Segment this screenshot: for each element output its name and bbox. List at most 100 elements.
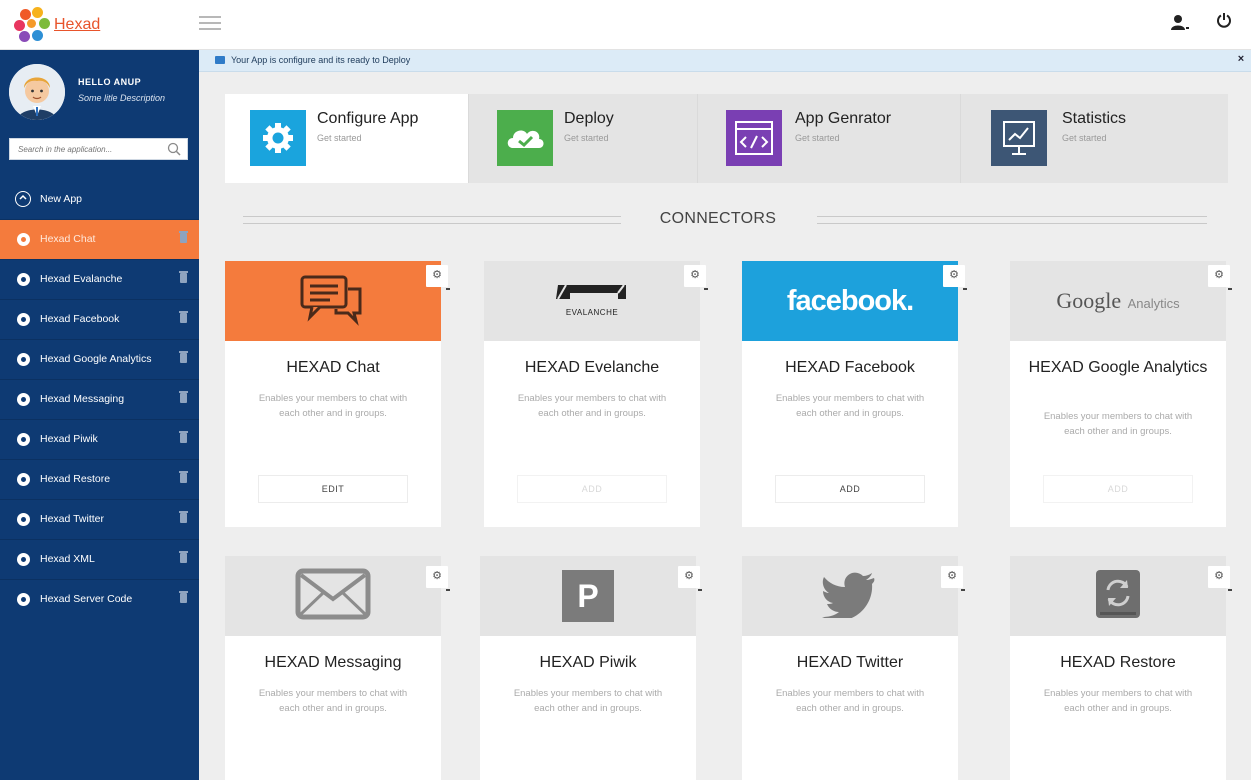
facebook-logo: facebook. xyxy=(786,284,914,317)
step-title: Configure App xyxy=(317,110,419,127)
add-button[interactable]: ADD xyxy=(517,475,667,503)
settings-icon[interactable]: ⚙ xyxy=(941,566,965,591)
chart-board-icon xyxy=(991,110,1047,166)
sidebar-item-label: Hexad Evalanche xyxy=(40,273,123,285)
step-app-generator[interactable]: App Genrator Get started xyxy=(698,94,961,183)
card-title: HEXAD Messaging xyxy=(264,654,402,671)
card-description: Enables your members to chat with each o… xyxy=(513,688,663,714)
trash-icon[interactable] xyxy=(179,351,188,363)
sidebar-item-label: Hexad Piwik xyxy=(40,433,98,445)
trash-icon[interactable] xyxy=(179,311,188,323)
sidebar-item-new-app[interactable]: New App xyxy=(0,180,199,220)
close-icon[interactable]: × xyxy=(1235,53,1247,67)
logo-word-google: Google xyxy=(1056,288,1122,313)
connector-card-evelanche: EVALANCHE ⚙ HEXAD Evelanche Enables your… xyxy=(484,261,708,527)
connector-card-messaging: ⚙ HEXAD Messaging Enables your members t… xyxy=(225,556,450,780)
sidebar-item-hexad-chat[interactable]: Hexad Chat xyxy=(0,220,199,260)
card-banner xyxy=(1010,556,1226,636)
chevron-up-circle-icon xyxy=(15,191,31,207)
sidebar-item-label: New App xyxy=(40,193,83,205)
connector-card-facebook: facebook. ⚙ HEXAD Facebook Enables your … xyxy=(742,261,967,527)
bullet-icon xyxy=(17,353,30,366)
edit-button[interactable]: EDIT xyxy=(258,475,408,503)
settings-icon[interactable]: ⚙ xyxy=(678,566,702,591)
card-description: Enables your members to chat with each o… xyxy=(517,393,667,419)
user-icon[interactable] xyxy=(1168,14,1192,36)
sidebar-item-hexad-xml[interactable]: Hexad XML xyxy=(0,540,199,580)
card-title: HEXAD Chat xyxy=(286,359,380,376)
search-input[interactable] xyxy=(10,139,160,159)
hexad-logo[interactable]: Hexad xyxy=(12,5,122,45)
wizard-steps: Configure App Get started Deploy Get sta… xyxy=(225,94,1228,183)
profile-description: Some litle Description xyxy=(78,93,166,103)
settings-icon[interactable]: ⚙ xyxy=(1208,265,1232,290)
trash-icon[interactable] xyxy=(179,431,188,443)
sidebar-item-label: Hexad XML xyxy=(40,553,95,565)
trash-icon[interactable] xyxy=(179,391,188,403)
sidebar-item-label: Hexad Restore xyxy=(40,473,111,485)
logo-caption: EVALANCHE xyxy=(565,308,619,317)
step-deploy[interactable]: Deploy Get started xyxy=(469,94,698,183)
sidebar-item-hexad-restore[interactable]: Hexad Restore xyxy=(0,460,199,500)
hamburger-icon[interactable] xyxy=(199,16,221,32)
card-description: Enables your members to chat with each o… xyxy=(1043,688,1193,714)
trash-icon[interactable] xyxy=(179,551,188,563)
twitter-icon xyxy=(822,570,878,623)
search-box xyxy=(9,138,188,160)
connector-card-restore: ⚙ HEXAD Restore Enables your members to … xyxy=(1010,556,1232,780)
search-icon[interactable] xyxy=(167,142,181,156)
step-subtitle: Get started xyxy=(317,133,362,143)
avatar[interactable] xyxy=(9,64,65,120)
add-button[interactable]: ADD xyxy=(775,475,925,503)
profile-greeting: HELLO ANUP xyxy=(78,77,142,87)
trash-icon[interactable] xyxy=(179,511,188,523)
step-subtitle: Get started xyxy=(564,133,609,143)
step-title: Deploy xyxy=(564,110,614,127)
step-title: App Genrator xyxy=(795,110,892,127)
top-bar: Hexad xyxy=(0,0,1251,50)
connector-card-chat: ⚙ HEXAD Chat Enables your members to cha… xyxy=(225,261,450,527)
sidebar-item-hexad-facebook[interactable]: Hexad Facebook xyxy=(0,300,199,340)
logo-text: Hexad xyxy=(54,16,101,33)
gear-icon xyxy=(250,110,306,166)
connector-card-google-analytics: Google Analytics ⚙ HEXAD Google Analytic… xyxy=(1010,261,1232,527)
sidebar-item-hexad-messaging[interactable]: Hexad Messaging xyxy=(0,380,199,420)
sidebar-item-hexad-evalanche[interactable]: Hexad Evalanche xyxy=(0,260,199,300)
card-title: HEXAD Piwik xyxy=(539,654,637,671)
bullet-icon xyxy=(17,553,30,566)
sidebar-item-hexad-google-analytics[interactable]: Hexad Google Analytics xyxy=(0,340,199,380)
trash-icon[interactable] xyxy=(179,231,188,243)
settings-icon[interactable]: ⚙ xyxy=(426,265,450,290)
settings-icon[interactable]: ⚙ xyxy=(943,265,967,290)
sidebar-item-label: Hexad Chat xyxy=(40,233,96,245)
sidebar-item-hexad-piwik[interactable]: Hexad Piwik xyxy=(0,420,199,460)
evalanche-logo: EVALANCHE xyxy=(552,281,632,321)
sidebar-item-label: Hexad Messaging xyxy=(40,393,125,405)
card-title: HEXAD Evelanche xyxy=(524,359,660,376)
power-icon[interactable] xyxy=(1212,12,1236,36)
bullet-icon xyxy=(17,393,30,406)
trash-icon[interactable] xyxy=(179,591,188,603)
settings-icon[interactable]: ⚙ xyxy=(1208,566,1232,591)
bullet-icon xyxy=(17,233,30,246)
sidebar-item-hexad-twitter[interactable]: Hexad Twitter xyxy=(0,500,199,540)
card-title: HEXAD Restore xyxy=(1060,654,1176,671)
logo-dots-icon xyxy=(12,5,52,45)
card-title: HEXAD Facebook xyxy=(785,359,915,376)
settings-icon[interactable]: ⚙ xyxy=(426,566,450,591)
sidebar-item-label: Hexad Google Analytics xyxy=(40,353,152,365)
settings-icon[interactable]: ⚙ xyxy=(684,265,708,290)
notice-text: Your App is configure and its ready to D… xyxy=(231,55,411,65)
trash-icon[interactable] xyxy=(179,471,188,483)
bullet-icon xyxy=(17,273,30,286)
bullet-icon xyxy=(17,433,30,446)
sidebar-item-label: Hexad Facebook xyxy=(40,313,120,325)
card-title: HEXAD Google Analytics xyxy=(1028,359,1208,376)
add-button[interactable]: ADD xyxy=(1043,475,1193,503)
notice-bar: Your App is configure and its ready to D… xyxy=(199,50,1251,72)
sidebar: HELLO ANUP Some litle Description New Ap… xyxy=(0,50,199,780)
sidebar-item-hexad-server-code[interactable]: Hexad Server Code xyxy=(0,580,199,620)
step-configure-app[interactable]: Configure App Get started xyxy=(225,94,469,183)
step-statistics[interactable]: Statistics Get started xyxy=(961,94,1228,183)
trash-icon[interactable] xyxy=(179,271,188,283)
